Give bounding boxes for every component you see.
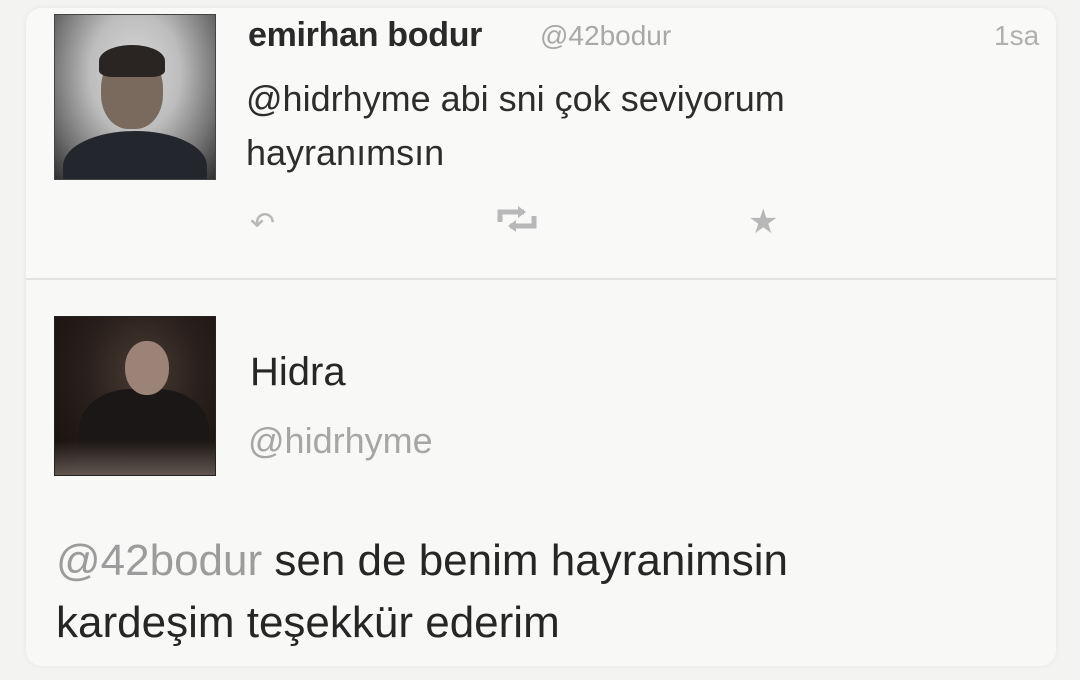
author-name[interactable]: emirhan bodur [248, 16, 482, 55]
reply-icon[interactable]: ↶ [250, 204, 275, 244]
tweet-screenshot-frame: emirhan bodur @42bodur 1sa @hidrhyme abi… [26, 8, 1056, 666]
avatar-body-shape [63, 131, 207, 179]
avatar-face-shape [125, 341, 169, 395]
star-icon[interactable]: ★ [748, 202, 778, 242]
tweet-item[interactable]: Hidra @hidrhyme @42bodur sen de benim ha… [26, 280, 1056, 666]
author-handle[interactable]: @hidrhyme [248, 420, 433, 462]
avatar[interactable] [54, 316, 216, 476]
avatar-hair-shape [99, 45, 165, 77]
avatar[interactable] [54, 14, 216, 180]
author-handle[interactable]: @42bodur [540, 20, 671, 52]
tweet-actions: ↶ ★ [26, 198, 1056, 248]
tweet-text-line: @hidrhyme abi sni çok seviyorum [246, 78, 785, 119]
tweet-text-line: hayranımsın [246, 132, 445, 173]
tweet-text-fragment: sen de benim hayranimsin [262, 536, 788, 585]
tweet-text: @hidrhyme abi sni çok seviyorum hayranım… [246, 72, 966, 180]
mention-link[interactable]: @42bodur [56, 536, 262, 585]
author-name[interactable]: Hidra [250, 350, 346, 395]
tweet-text: @42bodur sen de benim hayranimsin kardeş… [56, 530, 1046, 654]
tweet-text-line: kardeşim teşekkür ederim [56, 598, 560, 647]
tweet-text-line: @42bodur sen de benim hayranimsin [56, 530, 1046, 592]
tweet-item[interactable]: emirhan bodur @42bodur 1sa @hidrhyme abi… [26, 8, 1056, 280]
avatar-lighting-shape [55, 441, 215, 475]
retweet-icon[interactable] [494, 204, 540, 245]
timestamp[interactable]: 1sa [994, 20, 1039, 52]
